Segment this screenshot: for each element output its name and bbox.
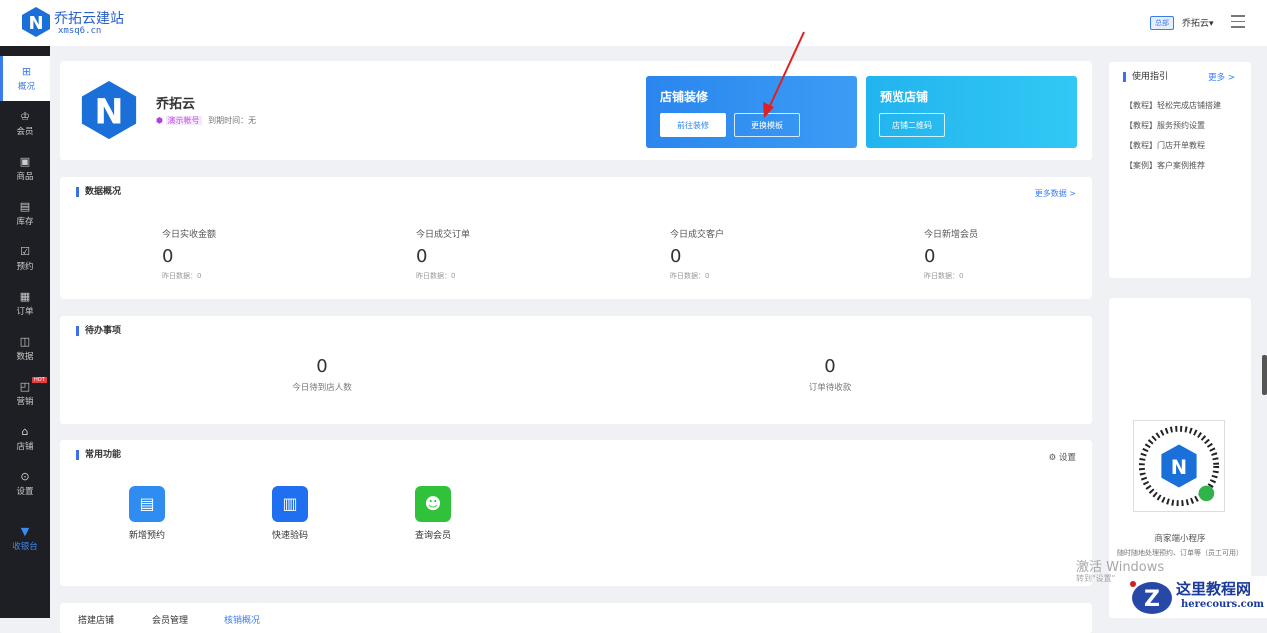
cashier-icon: ▼ bbox=[20, 525, 30, 538]
settings-link[interactable]: ⚙ 设置 bbox=[1049, 451, 1076, 463]
todo-card: 待办事项 0 今日待到店人数 0 订单待收款 bbox=[60, 316, 1092, 424]
demo-account-icon: ⬢ bbox=[156, 116, 163, 125]
guide-item[interactable]: 【教程】服务预约设置 bbox=[1125, 116, 1221, 136]
bottom-tabs: 搭建店铺 会员管理 核销概况 bbox=[60, 603, 1092, 633]
chart-icon: ◫ bbox=[19, 335, 31, 348]
sidebar-item-data[interactable]: ◫ 数据 bbox=[0, 326, 50, 371]
store-logo: N bbox=[81, 80, 137, 140]
section-title: 待办事项 bbox=[76, 326, 121, 336]
stat-revenue: 今日实收金额 0 昨日数据：0 bbox=[162, 230, 217, 280]
sidebar-item-overview[interactable]: ⊞ 概况 bbox=[0, 56, 50, 101]
side-scroll-handle[interactable] bbox=[1262, 355, 1267, 395]
svg-text:N: N bbox=[1171, 456, 1187, 479]
sidebar-item-label: 预约 bbox=[16, 262, 34, 272]
inventory-icon: ▤ bbox=[19, 200, 31, 213]
go-decorate-button[interactable]: 前往装修 bbox=[660, 113, 726, 137]
grid-icon: ⊞ bbox=[21, 65, 32, 78]
member-search-icon: ☻ bbox=[415, 486, 451, 522]
watermark-logo-icon: Z bbox=[1130, 581, 1172, 614]
guide-item[interactable]: 【教程】门店开单教程 bbox=[1125, 136, 1221, 156]
preview-title: 预览店铺 bbox=[880, 90, 929, 104]
logo-icon: N bbox=[22, 7, 50, 37]
crown-icon: ♔ bbox=[20, 110, 30, 123]
tab-build-store[interactable]: 搭建店铺 bbox=[78, 613, 114, 626]
hq-badge: 总部 bbox=[1150, 16, 1174, 30]
box-icon: ▣ bbox=[19, 155, 31, 168]
sidebar: ⊞ 概况 ♔ 会员 ▣ 商品 ▤ 库存 ☑ 预约 ▦ 订单 ◫ 数据 HOT ◰ 营销 ⌂ 店铺 ⊙… bbox=[0, 46, 50, 618]
miniapp-title: 商家端小程序 bbox=[1154, 534, 1206, 544]
guide-item[interactable]: 【案例】客户案例推荐 bbox=[1125, 156, 1221, 176]
tab-verify-overview[interactable]: 核销概况 bbox=[224, 613, 260, 626]
sidebar-item-label: 库存 bbox=[16, 217, 34, 227]
common-functions-card: 常用功能 ⚙ 设置 ▤ 新增预约 ▥ 快速验码 ☻ 查询会员 bbox=[60, 440, 1092, 586]
calendar-check-icon: ☑ bbox=[20, 245, 30, 258]
stat-orders: 今日成交订单 0 昨日数据：0 bbox=[416, 230, 471, 280]
section-title: 数据概况 bbox=[76, 187, 121, 197]
sidebar-item-label: 概况 bbox=[17, 82, 35, 92]
windows-activation-sub: 转到"设置" bbox=[1076, 574, 1116, 583]
sidebar-item-label: 店铺 bbox=[16, 442, 34, 452]
account-type: 演示帐号 bbox=[165, 116, 202, 125]
new-booking-button[interactable]: ▤ 新增预约 bbox=[117, 486, 177, 541]
store-qrcode-button[interactable]: 店铺二维码 bbox=[879, 113, 945, 137]
stat-customers: 今日成交客户 0 昨日数据：0 bbox=[670, 230, 725, 280]
section-title: 常用功能 bbox=[76, 450, 121, 460]
search-member-button[interactable]: ☻ 查询会员 bbox=[403, 486, 463, 541]
section-title: 使用指引 bbox=[1123, 72, 1168, 82]
hot-badge: HOT bbox=[32, 377, 47, 383]
top-bar: N 乔拓云建站 xmsq6.cn 总部 乔拓云▾ bbox=[0, 0, 1267, 46]
svg-text:N: N bbox=[94, 93, 123, 133]
menu-icon[interactable] bbox=[1231, 15, 1245, 32]
sidebar-item-label: 数据 bbox=[16, 352, 34, 362]
todo-arrivals[interactable]: 0 今日待到店人数 bbox=[222, 356, 422, 393]
sidebar-item-orders[interactable]: ▦ 订单 bbox=[0, 281, 50, 326]
sidebar-item-label: 订单 bbox=[16, 307, 34, 317]
sidebar-item-label: 商品 bbox=[16, 172, 34, 182]
svg-text:Z: Z bbox=[1144, 587, 1160, 612]
store-icon: ⌂ bbox=[21, 425, 29, 438]
sidebar-item-cashier[interactable]: ▼ 收银台 bbox=[0, 516, 50, 561]
watermark-site: 这里教程网 bbox=[1176, 580, 1252, 598]
sidebar-item-settings[interactable]: ⊙ 设置 bbox=[0, 461, 50, 506]
decorate-title: 店铺装修 bbox=[660, 90, 709, 104]
store-name: 乔拓云 bbox=[156, 97, 196, 112]
sidebar-item-marketing[interactable]: HOT ◰ 营销 bbox=[0, 371, 50, 416]
miniapp-qrcode: N bbox=[1133, 420, 1225, 512]
stat-new-members: 今日新增会员 0 昨日数据：0 bbox=[924, 230, 979, 280]
booking-icon: ▤ bbox=[129, 486, 165, 522]
guide-item[interactable]: 【教程】轻松完成店铺搭建 bbox=[1125, 96, 1221, 116]
profile-card: N 乔拓云 ⬢ 演示帐号 到期时间：无 店铺装修 前往装修 更换模板 预览店铺 … bbox=[60, 61, 1092, 160]
sidebar-item-booking[interactable]: ☑ 预约 bbox=[0, 236, 50, 281]
site-watermark: Z 这里教程网 herecours.com bbox=[1126, 576, 1267, 618]
sidebar-item-label: 收银台 bbox=[12, 542, 38, 552]
barcode-icon: ▥ bbox=[272, 486, 308, 522]
sidebar-item-label: 营销 bbox=[16, 397, 34, 407]
sidebar-item-inventory[interactable]: ▤ 库存 bbox=[0, 191, 50, 236]
red-arrow-annotation bbox=[763, 31, 805, 118]
marketing-icon: ◰ bbox=[19, 380, 31, 393]
watermark-url: herecours.com bbox=[1181, 599, 1265, 610]
tab-member-management[interactable]: 会员管理 bbox=[152, 613, 188, 626]
gear-icon: ⊙ bbox=[20, 470, 30, 483]
sidebar-item-store[interactable]: ⌂ 店铺 bbox=[0, 416, 50, 461]
svg-text:N: N bbox=[28, 13, 43, 34]
decorate-banner: 店铺装修 前往装修 更换模板 bbox=[646, 76, 857, 148]
brand-domain: xmsq6.cn bbox=[58, 26, 102, 36]
user-dropdown[interactable]: 乔拓云▾ bbox=[1182, 16, 1214, 29]
quick-verify-button[interactable]: ▥ 快速验码 bbox=[260, 486, 320, 541]
data-overview-card: 数据概况 更多数据 > 今日实收金额 0 昨日数据：0 今日成交订单 0 昨日数据：0 … bbox=[60, 177, 1092, 299]
more-data-link[interactable]: 更多数据 > bbox=[1035, 188, 1076, 199]
sidebar-item-label: 设置 bbox=[16, 487, 34, 497]
sidebar-item-label: 会员 bbox=[16, 127, 34, 137]
order-icon: ▦ bbox=[19, 290, 31, 303]
guide-more-link[interactable]: 更多 > bbox=[1208, 71, 1235, 83]
sidebar-item-member[interactable]: ♔ 会员 bbox=[0, 101, 50, 146]
brand-name: 乔拓云建站 bbox=[54, 11, 124, 27]
todo-unpaid[interactable]: 0 订单待收款 bbox=[730, 356, 930, 393]
preview-banner: 预览店铺 店铺二维码 bbox=[866, 76, 1077, 148]
expiry: 到期时间：无 bbox=[208, 116, 257, 125]
gear-icon: ⚙ bbox=[1048, 453, 1057, 463]
guide-card: 使用指引 更多 > 【教程】轻松完成店铺搭建 【教程】服务预约设置 【教程】门店… bbox=[1109, 62, 1251, 278]
sidebar-item-goods[interactable]: ▣ 商品 bbox=[0, 146, 50, 191]
